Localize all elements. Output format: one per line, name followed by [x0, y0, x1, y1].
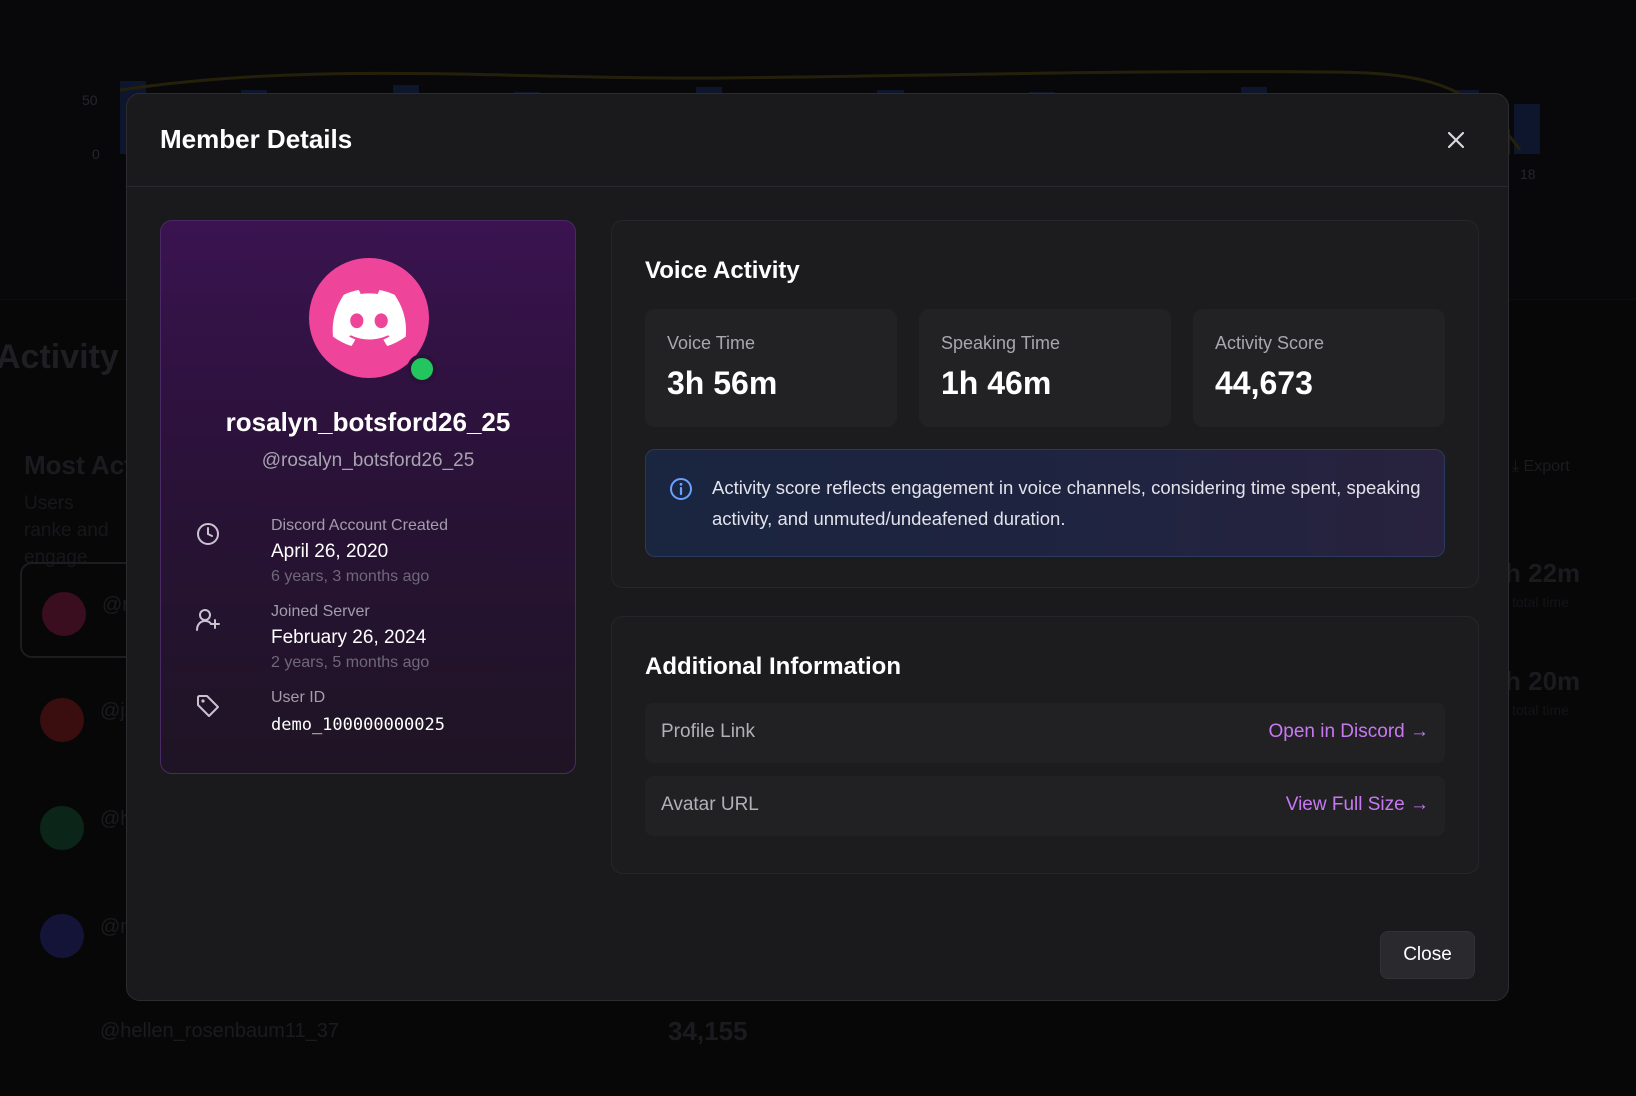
joined-server-value: February 26, 2024 — [271, 627, 427, 648]
avatar-url-row: Avatar URL View Full Size → — [645, 776, 1445, 836]
user-id-value: demo_100000000025 — [271, 715, 445, 735]
additional-info-title: Additional Information — [645, 653, 901, 680]
member-details-modal: Member Details rosalyn_botsford26_25 @ro… — [126, 93, 1509, 1001]
view-full-size-link[interactable]: View Full Size → — [1286, 794, 1429, 816]
display-name: rosalyn_botsford26_25 — [225, 407, 511, 437]
close-button[interactable]: Close — [1380, 931, 1475, 979]
user-plus-icon — [196, 609, 220, 631]
profile-link-row: Profile Link Open in Discord → — [645, 703, 1445, 763]
avatar-url-label: Avatar URL — [661, 794, 759, 815]
info-icon — [670, 478, 692, 500]
open-in-discord-link[interactable]: Open in Discord → — [1268, 721, 1429, 743]
activity-score-info-box: Activity score reflects engagement in vo… — [645, 449, 1445, 557]
tag-icon — [197, 695, 219, 717]
profile-card: rosalyn_botsford26_25 @rosalyn_botsford2… — [160, 220, 576, 774]
account-created-ago: 6 years, 3 months ago — [271, 568, 430, 585]
modal-title: Member Details — [160, 124, 353, 154]
stat-label: Activity Score — [1215, 333, 1325, 353]
additional-info-card: Additional Information Profile Link Open… — [611, 616, 1479, 874]
username-handle: @rosalyn_botsford26_25 — [261, 450, 475, 471]
voice-time-stat: Voice Time 3h 56m — [645, 309, 897, 427]
stat-value: 44,673 — [1215, 365, 1313, 401]
joined-server-ago: 2 years, 5 months ago — [271, 654, 430, 671]
account-created-label: Discord Account Created — [271, 517, 448, 534]
joined-server-label: Joined Server — [271, 603, 370, 620]
activity-score-stat: Activity Score 44,673 — [1193, 309, 1445, 427]
info-text: Activity score reflects engagement in vo… — [712, 477, 1421, 529]
close-icon[interactable] — [1438, 122, 1474, 158]
stat-value: 1h 46m — [941, 365, 1052, 401]
stat-label: Voice Time — [667, 333, 756, 353]
clock-icon — [197, 523, 219, 545]
speaking-time-stat: Speaking Time 1h 46m — [919, 309, 1171, 427]
voice-activity-card: Voice Activity Voice Time 3h 56m Speakin… — [611, 220, 1479, 588]
stat-label: Speaking Time — [941, 333, 1061, 353]
app-root: 50 0 18 Activity S Most Act Users ranke … — [0, 0, 1636, 1096]
account-created-value: April 26, 2020 — [271, 541, 389, 562]
modal-header: Member Details — [127, 94, 1508, 187]
online-status-badge — [407, 354, 437, 384]
profile-link-label: Profile Link — [661, 721, 755, 742]
stat-value: 3h 56m — [667, 365, 778, 401]
discord-icon — [332, 290, 406, 346]
voice-activity-title: Voice Activity — [645, 257, 800, 284]
user-id-label: User ID — [271, 689, 326, 706]
